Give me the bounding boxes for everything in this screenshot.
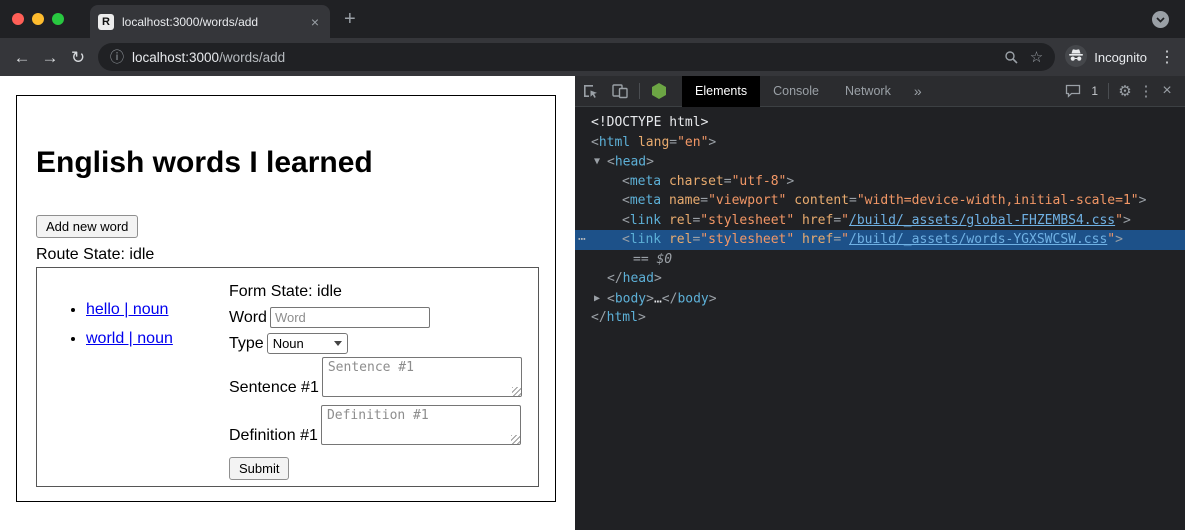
word-label: Word — [229, 308, 267, 327]
word-link[interactable]: hello | noun — [86, 301, 168, 318]
tree-line[interactable]: ⋯<link rel="stylesheet" href="/build/_as… — [575, 230, 1185, 250]
node-menu-icon[interactable]: ⋯ — [578, 230, 585, 250]
issues-count: 1 — [1091, 84, 1098, 98]
tree-line[interactable]: == $0 — [575, 250, 1185, 270]
sentence-label: Sentence #1 — [229, 378, 319, 397]
tab-title: localhost:3000/words/add — [122, 15, 308, 29]
word-list-item: hello | noun — [86, 300, 229, 319]
inspect-element-icon[interactable] — [577, 78, 603, 104]
minimize-window-button[interactable] — [32, 13, 44, 25]
web-page: English words I learned Add new word Rou… — [0, 76, 575, 530]
devtools-tabs: ElementsConsoleNetwork — [682, 76, 904, 107]
tree-line[interactable]: <meta charset="utf-8"> — [575, 172, 1185, 192]
url-text: localhost:3000/words/add — [132, 50, 285, 65]
issues-icon[interactable] — [1060, 78, 1086, 104]
devtools-toolbar: ElementsConsoleNetwork » 1 ⚙ ⋮ × — [575, 76, 1185, 107]
tree-line[interactable]: <!DOCTYPE html> — [575, 113, 1185, 133]
devtools-panel: ElementsConsoleNetwork » 1 ⚙ ⋮ × <!DOCTY… — [575, 76, 1185, 530]
tab-close-icon[interactable]: × — [308, 14, 322, 30]
tree-line[interactable]: <link rel="stylesheet" href="/build/_ass… — [575, 211, 1185, 231]
extension-hexagon-icon[interactable] — [646, 78, 672, 104]
definition-textarea[interactable] — [321, 405, 521, 445]
browser-tab[interactable]: R localhost:3000/words/add × — [90, 5, 330, 38]
tree-line[interactable]: ▶<body>…</body> — [575, 289, 1185, 309]
submit-button[interactable]: Submit — [229, 457, 289, 480]
devtools-tab-elements[interactable]: Elements — [682, 76, 760, 107]
form-state-text: Form State: idle — [229, 282, 538, 301]
more-tabs-icon[interactable]: » — [914, 83, 922, 99]
app-container: English words I learned Add new word Rou… — [16, 95, 556, 502]
incognito-badge: Incognito — [1065, 45, 1147, 70]
elements-tree: <!DOCTYPE html><html lang="en">▼<head><m… — [575, 107, 1185, 530]
devtools-tab-network[interactable]: Network — [832, 76, 904, 107]
devtools-tab-console[interactable]: Console — [760, 76, 832, 107]
settings-gear-icon[interactable]: ⚙ — [1113, 82, 1137, 100]
expander-arrow-icon[interactable]: ▶ — [594, 289, 607, 309]
tree-line[interactable]: </html> — [575, 308, 1185, 328]
browser-window: R localhost:3000/words/add × + ← → ↻ ⓘ l… — [0, 0, 1185, 530]
word-list-item: world | noun — [86, 329, 229, 348]
devtools-menu-icon[interactable]: ⋮ — [1137, 82, 1155, 100]
browser-menu-icon[interactable]: ⋮ — [1157, 47, 1177, 67]
word-link[interactable]: world | noun — [86, 330, 173, 347]
devtools-close-icon[interactable]: × — [1155, 82, 1179, 100]
site-info-icon[interactable]: ⓘ — [110, 47, 124, 67]
incognito-label: Incognito — [1094, 50, 1147, 65]
add-new-word-button[interactable]: Add new word — [36, 215, 138, 238]
words-panel: hello | noun world | noun Form State: idl… — [36, 267, 539, 487]
tree-line[interactable]: <meta name="viewport" content="width=dev… — [575, 191, 1185, 211]
window-controls — [12, 13, 64, 25]
tab-strip: R localhost:3000/words/add × + — [0, 0, 1185, 38]
address-bar[interactable]: ⓘ localhost:3000/words/add ☆ — [98, 43, 1055, 71]
close-window-button[interactable] — [12, 13, 24, 25]
zoom-magnifier-icon[interactable] — [1004, 50, 1018, 64]
window-content: English words I learned Add new word Rou… — [0, 76, 1185, 530]
page-title: English words I learned — [36, 146, 555, 180]
type-select[interactable]: Noun — [267, 333, 348, 354]
tab-favicon-icon: R — [98, 14, 114, 30]
url-path: /words/add — [219, 50, 285, 65]
bookmark-star-icon[interactable]: ☆ — [1030, 48, 1043, 66]
sentence-textarea[interactable] — [322, 357, 522, 397]
add-word-form: Form State: idle Word Type Noun — [229, 268, 538, 486]
device-toolbar-icon[interactable] — [607, 78, 633, 104]
words-list: hello | noun world | noun — [37, 300, 229, 486]
back-button[interactable]: ← — [8, 49, 36, 66]
type-label: Type — [229, 334, 264, 353]
forward-button[interactable]: → — [36, 49, 64, 66]
tab-search-icon[interactable] — [1152, 11, 1169, 28]
tree-line[interactable]: <html lang="en"> — [575, 133, 1185, 153]
new-tab-button[interactable]: + — [344, 9, 356, 29]
url-host: localhost:3000 — [132, 50, 219, 65]
incognito-icon — [1065, 45, 1087, 70]
route-state-text: Route State: idle — [36, 245, 555, 264]
reload-button[interactable]: ↻ — [64, 49, 92, 66]
definition-label: Definition #1 — [229, 426, 318, 445]
expander-arrow-icon[interactable]: ▼ — [594, 152, 607, 172]
maximize-window-button[interactable] — [52, 13, 64, 25]
browser-toolbar: ← → ↻ ⓘ localhost:3000/words/add ☆ Incog… — [0, 38, 1185, 76]
select-caret-icon — [334, 341, 342, 346]
word-input[interactable] — [270, 307, 430, 328]
type-select-value: Noun — [273, 336, 304, 351]
tree-line[interactable]: ▼<head> — [575, 152, 1185, 172]
tree-line[interactable]: </head> — [575, 269, 1185, 289]
